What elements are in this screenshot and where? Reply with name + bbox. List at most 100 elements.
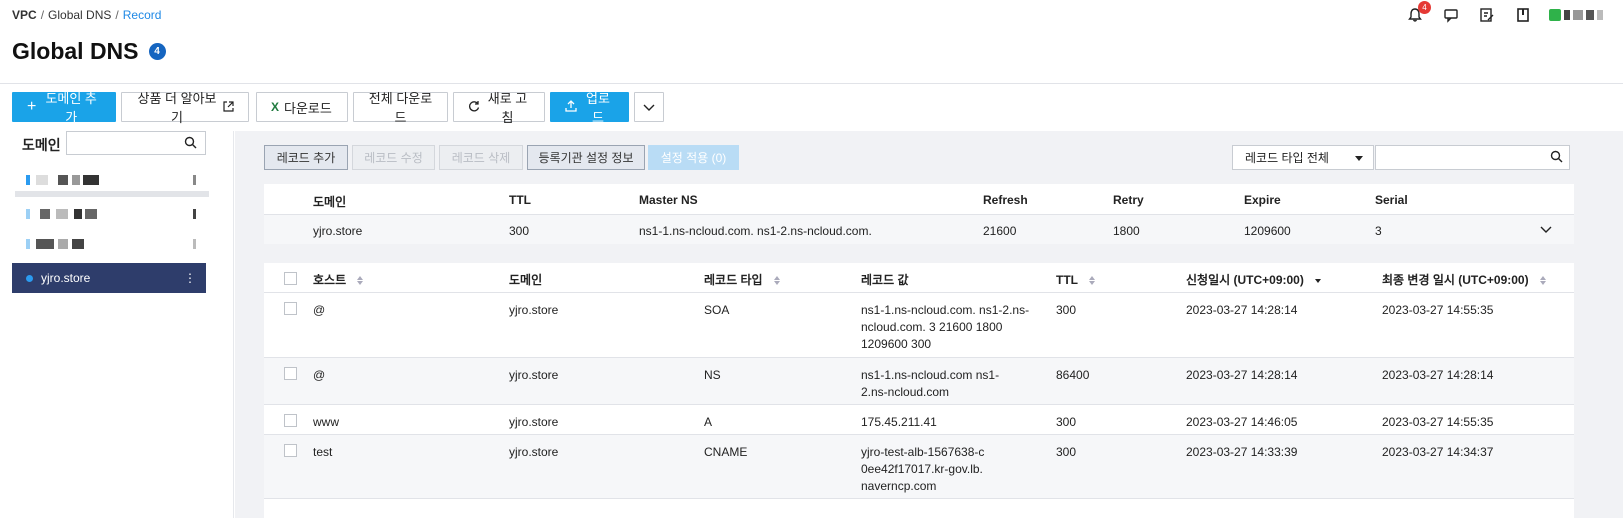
- domain-item-selected[interactable]: yjro.store ⋮: [12, 263, 206, 293]
- upload-button[interactable]: 업로드: [550, 91, 629, 125]
- domain-name-redacted: [26, 175, 30, 185]
- add-domain-label: 도메인 추가: [45, 91, 97, 125]
- cell-created-at: 2023-03-27 14:33:39: [1186, 445, 1298, 459]
- chevron-down-icon[interactable]: [1540, 223, 1552, 237]
- username-redacted: [1597, 10, 1603, 20]
- col-created-at[interactable]: 신청일시 (UTC+09:00): [1186, 272, 1322, 289]
- cell-created-at: 2023-03-27 14:46:05: [1186, 415, 1298, 429]
- add-domain-button[interactable]: + 도메인 추가: [12, 91, 116, 125]
- domain-name-redacted: [26, 239, 30, 249]
- col-created-at-label: 신청일시 (UTC+09:00): [1186, 273, 1304, 287]
- domain-name-redacted: [74, 209, 82, 219]
- chat-icon[interactable]: [1441, 5, 1461, 25]
- upload-label: 업로드: [586, 91, 610, 125]
- edit-record-button[interactable]: 레코드 수정: [352, 145, 435, 170]
- row-checkbox[interactable]: [284, 302, 297, 315]
- domain-item-redacted[interactable]: [12, 199, 206, 229]
- soa-data-row[interactable]: yjro.store 300 ns1-1.ns-ncloud.com. ns1-…: [264, 214, 1574, 244]
- domain-name-redacted: [40, 209, 50, 219]
- soa-master-ns: ns1-1.ns-ncloud.com. ns1-2.ns-ncloud.com…: [639, 224, 872, 238]
- col-record-type-label: 레코드 타입: [704, 273, 763, 287]
- more-vertical-icon[interactable]: ⋮: [184, 271, 196, 285]
- cell-updated-at: 2023-03-27 14:28:14: [1382, 368, 1494, 382]
- sort-icon: [773, 276, 780, 286]
- download-button[interactable]: X 다운로드: [256, 92, 348, 122]
- cell-record-value: yjro-test-alb-1567638-c0ee42f17017.kr-go…: [861, 445, 985, 493]
- more-actions-dropdown[interactable]: [634, 92, 664, 122]
- domain-item-redacted[interactable]: [12, 229, 206, 259]
- domain-name-redacted: [58, 239, 68, 249]
- page-header: VPC / Global DNS / Record Global DNS 4 4: [0, 0, 1623, 84]
- search-icon[interactable]: [184, 136, 197, 154]
- row-checkbox[interactable]: [284, 367, 297, 380]
- domain-name-redacted: [58, 175, 68, 185]
- breadcrumb-record[interactable]: Record: [123, 8, 162, 22]
- col-record-value: 레코드 값: [861, 273, 909, 287]
- row-checkbox[interactable]: [284, 444, 297, 457]
- learn-more-label: 상품 더 알아보기: [137, 91, 217, 125]
- cell-created-at: 2023-03-27 14:28:14: [1186, 303, 1298, 317]
- sort-desc-icon: [1315, 278, 1322, 283]
- soa-col-master-ns: Master NS: [639, 193, 698, 207]
- breadcrumb-separator: /: [40, 8, 45, 22]
- cell-record-type: A: [704, 415, 713, 429]
- table-row[interactable]: www yjro.store A 175.45.211.41 300 2023-…: [264, 405, 1574, 435]
- cell-record-type: NS: [704, 368, 721, 382]
- record-search: [1375, 145, 1570, 170]
- soa-col-refresh: Refresh: [983, 193, 1028, 207]
- user-avatar-icon: [1549, 9, 1561, 21]
- apply-settings-button[interactable]: 설정 적용 (0): [648, 145, 739, 170]
- selected-domain-name: yjro.store: [41, 271, 91, 285]
- soa-col-retry: Retry: [1113, 193, 1144, 207]
- col-ttl[interactable]: TTL: [1056, 272, 1096, 289]
- soa-col-serial: Serial: [1375, 193, 1408, 207]
- breadcrumb-global-dns[interactable]: Global DNS: [48, 8, 111, 22]
- search-icon[interactable]: [1550, 150, 1563, 168]
- col-record-type[interactable]: 레코드 타입: [704, 272, 780, 289]
- info-badge[interactable]: 4: [148, 43, 166, 60]
- more-icon[interactable]: [193, 175, 196, 185]
- soa-serial: 3: [1375, 224, 1382, 238]
- edit-note-icon[interactable]: [1477, 5, 1497, 25]
- col-updated-at[interactable]: 최종 변경 일시 (UTC+09:00): [1382, 272, 1546, 289]
- domain-name-redacted: [72, 239, 84, 249]
- cell-domain: yjro.store: [509, 368, 559, 382]
- username-redacted: [1573, 10, 1583, 20]
- table-row[interactable]: @ yjro.store NS ns1-1.ns-ncloud.com ns1-…: [264, 358, 1574, 405]
- more-icon[interactable]: [193, 209, 196, 219]
- row-checkbox[interactable]: [284, 414, 297, 427]
- page-title-text: Global DNS: [12, 38, 139, 64]
- delete-record-button[interactable]: 레코드 삭제: [439, 145, 523, 170]
- cell-domain: yjro.store: [509, 303, 559, 317]
- cell-host: @: [313, 368, 326, 382]
- refresh-label: 새로 고침: [487, 91, 528, 125]
- download-all-button[interactable]: 전체 다운로드: [353, 91, 448, 125]
- top-icon-bar: 4: [1405, 1, 1603, 25]
- domain-sidebar: 도메인 yjro.store ⋮: [0, 131, 234, 518]
- cell-created-at: 2023-03-27 14:28:14: [1186, 368, 1298, 382]
- domain-name-redacted: [85, 209, 97, 219]
- refresh-button[interactable]: 새로 고침: [453, 91, 545, 125]
- book-icon[interactable]: [1513, 5, 1533, 25]
- learn-more-button[interactable]: 상품 더 알아보기: [121, 91, 249, 125]
- breadcrumb-vpc[interactable]: VPC: [12, 8, 37, 22]
- record-header-row: 호스트 도메인 레코드 타입 레코드 값 TTL 신청일시 (UTC+09:00…: [264, 263, 1574, 293]
- select-all-checkbox[interactable]: [284, 272, 297, 285]
- col-host[interactable]: 호스트: [313, 272, 364, 289]
- record-type-select[interactable]: 레코드 타입 전체: [1232, 145, 1374, 170]
- registrar-info-button[interactable]: 등록기관 설정 정보: [527, 145, 645, 170]
- table-row[interactable]: test yjro.store CNAME yjro-test-alb-1567…: [264, 435, 1574, 499]
- record-type-select-value: 레코드 타입 전체: [1245, 151, 1329, 165]
- notification-count: 4: [1418, 1, 1431, 14]
- cell-host: @: [313, 303, 326, 317]
- add-record-button[interactable]: 레코드 추가: [264, 145, 348, 170]
- more-icon[interactable]: [193, 239, 196, 249]
- sidebar-scrollbar[interactable]: [15, 191, 209, 197]
- table-row[interactable]: @ yjro.store SOA ns1-1.ns-ncloud.com. ns…: [264, 293, 1574, 358]
- bell-icon[interactable]: 4: [1405, 1, 1431, 25]
- record-search-input[interactable]: [1376, 146, 1536, 169]
- cell-updated-at: 2023-03-27 14:55:35: [1382, 415, 1494, 429]
- download-label: 다운로드: [284, 100, 332, 116]
- domain-search-input[interactable]: [67, 132, 177, 154]
- user-menu[interactable]: [1549, 9, 1603, 21]
